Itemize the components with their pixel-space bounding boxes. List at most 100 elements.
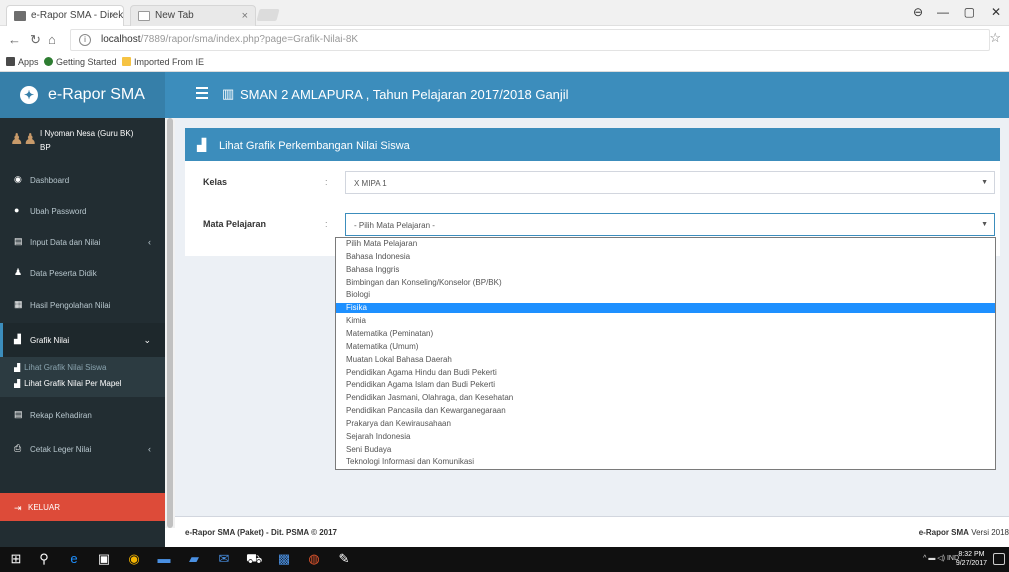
mapel-dropdown-list: Pilih Mata Pelajaran Bahasa Indonesia Baha… — [335, 237, 996, 470]
windows-start-icon[interactable]: ⊞ — [8, 551, 24, 567]
maximize-button[interactable]: ▢ — [964, 5, 975, 19]
dropdown-option[interactable]: Bahasa Inggris — [336, 265, 995, 275]
box-header: ▟ Lihat Grafik Perkembangan Nilai Siswa — [185, 131, 1000, 161]
bar-chart-icon: ▟ — [14, 379, 21, 388]
bookmark-imported[interactable]: Imported From IE — [122, 57, 204, 67]
submenu-lihat-grafik-siswa[interactable]: ▟ Lihat Grafik Nilai Siswa — [14, 363, 164, 372]
chevron-down-icon: ▼ — [981, 179, 988, 186]
dropdown-option[interactable]: Sejarah Indonesia — [336, 432, 995, 442]
os-taskbar: ⊞ ⚲ e ▣ ◉ ▬ ▰ ✉ ⛟ ▩ ◍ ✎ ^ ▬ ◁) IND 8:32 … — [0, 547, 1009, 572]
system-clock[interactable]: 8:32 PM 9/27/2017 — [956, 550, 987, 568]
submenu-lihat-grafik-mapel[interactable]: ▟ Lihat Grafik Nilai Per Mapel — [14, 379, 164, 388]
brand-logo[interactable]: ✦ e-Rapor SMA — [0, 72, 165, 118]
sidebar-scrollbar[interactable] — [165, 118, 175, 528]
bookmark-getting-started[interactable]: Getting Started — [44, 57, 117, 67]
table-icon: ▦ — [14, 299, 23, 309]
system-tray[interactable]: ^ ▬ ◁) IND — [923, 554, 959, 562]
sign-out-icon: ⇥ — [14, 503, 22, 513]
new-tab-button[interactable] — [256, 9, 280, 21]
user-role: BP — [40, 143, 51, 152]
dropdown-option[interactable]: Seni Budaya — [336, 445, 995, 455]
dropdown-option[interactable]: Pendidikan Agama Hindu dan Budi Pekerti — [336, 368, 995, 378]
info-icon[interactable]: i — [79, 34, 91, 46]
page-footer: e-Rapor SMA (Paket) - Dit. PSMA © 2017 e… — [175, 516, 1009, 547]
bar-chart-icon: ▟ — [197, 138, 207, 152]
sidebar-item-data-peserta[interactable]: ♟ Data Peserta Didik — [0, 258, 165, 288]
tab-favicon-icon — [14, 11, 26, 21]
kelas-select[interactable]: X MIPA 1 ▼ — [345, 171, 995, 194]
browser-tab-bar: e-Rapor SMA - Direkto... × New Tab × ⊖ —… — [0, 0, 1009, 26]
sidebar-item-rekap-kehadiran[interactable]: ▤ Rekap Kehadiran — [0, 400, 165, 430]
sidebar-item-grafik-nilai[interactable]: ▟ Grafik Nilai ⌄ — [0, 323, 165, 357]
browser-tab-active[interactable]: e-Rapor SMA - Direkto... × — [6, 5, 124, 26]
browser-tab-new[interactable]: New Tab × — [130, 5, 256, 26]
sidebar-item-hasil-pengolahan[interactable]: ▦ Hasil Pengolahan Nilai — [0, 290, 165, 320]
bookmark-apps[interactable]: Apps — [6, 57, 39, 67]
sidebar-item-dashboard[interactable]: ◉ Dashboard — [0, 165, 165, 195]
home-icon[interactable]: ⌂ — [48, 32, 56, 47]
apps-grid-icon — [6, 57, 15, 66]
sidebar-item-ubah-password[interactable]: ● Ubah Password — [0, 196, 165, 226]
chevron-left-icon: ‹ — [148, 444, 151, 454]
user-avatar-icon: ♟♟ — [10, 131, 37, 148]
back-arrow-icon[interactable]: ← — [8, 32, 21, 47]
print-icon: ⎙ — [14, 443, 22, 453]
dropdown-option[interactable]: Bahasa Indonesia — [336, 252, 995, 262]
reload-icon[interactable]: ↻ — [30, 32, 41, 48]
dropdown-option[interactable]: Matematika (Umum) — [336, 342, 995, 352]
profile-icon[interactable]: ⊖ — [913, 5, 923, 19]
search-icon[interactable]: ⚲ — [36, 551, 52, 567]
mapel-value: - Pilih Mata Pelajaran - — [354, 221, 435, 230]
dropdown-option[interactable]: Muatan Lokal Bahasa Daerah — [336, 355, 995, 365]
dropdown-option[interactable]: Pendidikan Jasmani, Olahraga, dan Keseha… — [336, 393, 995, 403]
person-icon: ♟ — [14, 267, 23, 277]
dropdown-option[interactable]: Biologi — [336, 290, 995, 300]
school-icon: ▥ — [222, 86, 235, 101]
edge-browser-icon[interactable]: e — [66, 551, 82, 567]
brand-name: e-Rapor SMA — [48, 86, 145, 103]
address-bar: ← ↻ ⌂ i localhost/7889/rapor/sma/index.p… — [0, 26, 1009, 54]
school-title: SMAN 2 AMLAPURA , Tahun Pelajaran 2017/2… — [240, 87, 569, 102]
chrome-icon[interactable]: ◉ — [126, 551, 142, 567]
user-panel: ♟♟ I Nyoman Nesa (Guru BK) BP — [0, 118, 165, 163]
mail-icon[interactable]: ✉ — [216, 551, 232, 567]
scrollbar-thumb[interactable] — [167, 118, 173, 528]
url-host: localhost — [101, 34, 141, 45]
url-input[interactable]: i localhost/7889/rapor/sma/index.php?pag… — [70, 29, 990, 51]
logout-button[interactable]: ⇥ KELUAR — [0, 493, 165, 521]
footer-copyright: e-Rapor SMA (Paket) - Dit. PSMA © 2017 — [185, 528, 337, 537]
shopping-bag-icon[interactable]: ⛟ — [246, 551, 262, 567]
form-row-kelas: Kelas : X MIPA 1 ▼ — [185, 168, 1000, 198]
store-icon[interactable]: ▣ — [96, 551, 112, 567]
sidebar-item-cetak-leger[interactable]: ⎙ Cetak Leger Nilai ‹ — [0, 434, 165, 464]
footer-version: e-Rapor SMA Versi 2018 — [918, 528, 1009, 537]
dropdown-option[interactable]: Pilih Mata Pelajaran — [336, 239, 995, 249]
app-icon[interactable]: ▰ — [186, 551, 202, 567]
tab-close-icon[interactable]: × — [110, 10, 116, 22]
colon: : — [325, 219, 328, 229]
mapel-select[interactable]: - Pilih Mata Pelajaran - ▼ — [345, 213, 995, 236]
dropdown-option[interactable]: Pendidikan Agama Islam dan Budi Pekerti — [336, 380, 995, 390]
book-icon: ▤ — [14, 236, 23, 246]
media-icon[interactable]: ◍ — [306, 551, 322, 567]
dropdown-option[interactable]: Matematika (Peminatan) — [336, 329, 995, 339]
sidebar-item-input-data[interactable]: ▤ Input Data dan Nilai ‹ — [0, 227, 165, 257]
file-explorer-icon[interactable]: ▬ — [156, 551, 172, 567]
bookmark-star-icon[interactable]: ☆ — [989, 30, 1001, 46]
paint-icon[interactable]: ✎ — [336, 551, 352, 567]
close-window-button[interactable]: ✕ — [991, 5, 1001, 19]
dropdown-option[interactable]: Fisika — [336, 303, 995, 313]
dropdown-option[interactable]: Bimbingan dan Konseling/Konselor (BP/BK) — [336, 278, 995, 288]
minimize-button[interactable]: — — [937, 5, 949, 19]
dropdown-option[interactable]: Teknologi Informasi dan Komunikasi — [336, 457, 995, 467]
chevron-down-icon: ⌄ — [143, 335, 151, 345]
notification-icon[interactable] — [993, 553, 1005, 565]
url-path: /7889/rapor/sma/index.php?page=Grafik-Ni… — [140, 34, 359, 45]
dropdown-option[interactable]: Kimia — [336, 316, 995, 326]
dropdown-option[interactable]: Prakarya dan Kewirausahaan — [336, 419, 995, 429]
clock-date: 9/27/2017 — [955, 560, 987, 567]
photos-icon[interactable]: ▩ — [276, 551, 292, 567]
tab-close-icon[interactable]: × — [242, 10, 248, 22]
sidebar-toggle-icon[interactable] — [196, 87, 208, 102]
dropdown-option[interactable]: Pendidikan Pancasila dan Kewarganegaraan — [336, 406, 995, 416]
